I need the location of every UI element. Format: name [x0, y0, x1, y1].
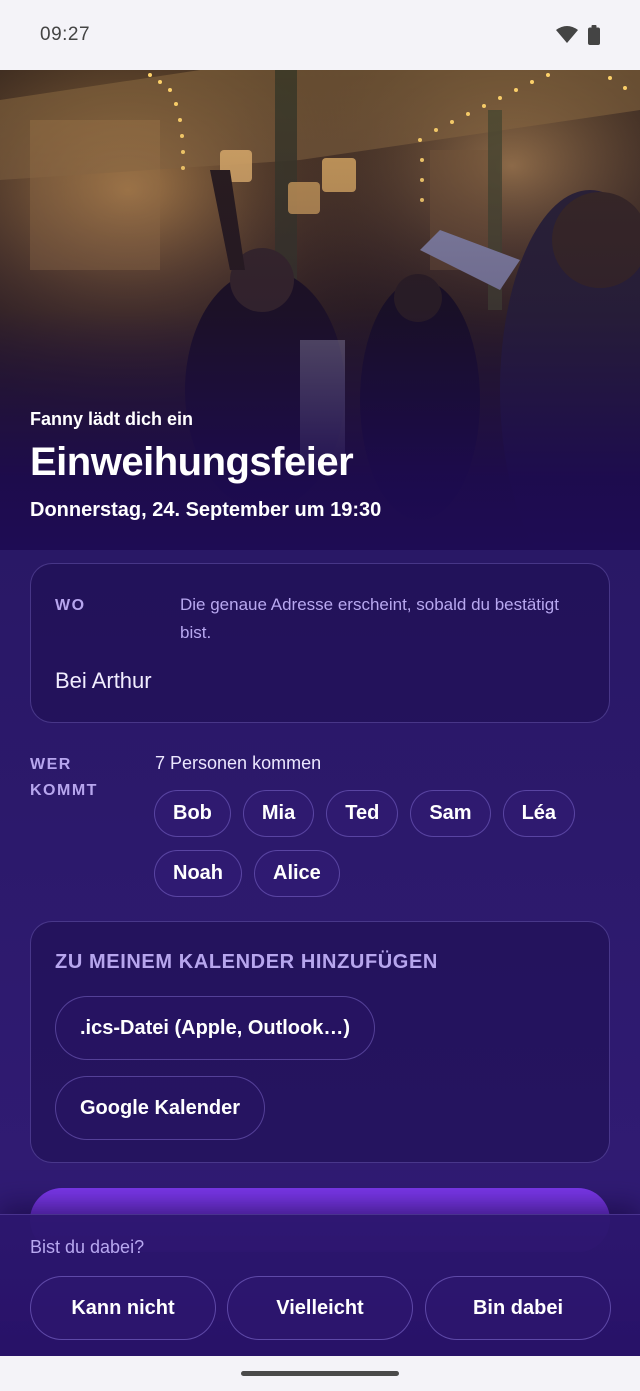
rsvp-decline-button[interactable]: Kann nicht [30, 1276, 216, 1340]
ics-download-button[interactable]: .ics-Datei (Apple, Outlook…) [55, 996, 376, 1060]
status-bar: 09:27 [0, 0, 640, 70]
calendar-card: ZU MEINEM KALENDER HINZUFÜGEN .ics-Datei… [30, 921, 610, 1163]
where-label: WO [55, 597, 86, 614]
battery-icon [588, 25, 600, 45]
wifi-icon [556, 26, 578, 43]
guest-chip[interactable]: Alice [254, 850, 340, 897]
guest-chip[interactable]: Bob [154, 790, 231, 837]
status-icons [556, 25, 600, 45]
guest-chips: Bob Mia Ted Sam Léa Noah Alice [154, 790, 594, 897]
guest-chip[interactable]: Léa [502, 790, 576, 837]
home-indicator[interactable] [241, 1371, 399, 1376]
calendar-title: ZU MEINEM KALENDER HINZUFÜGEN [55, 951, 438, 973]
rsvp-bar: Bist du dabei? Kann nicht Vielleicht Bin… [0, 1214, 640, 1356]
hero-text: Fanny lädt dich ein Einweihungsfeier Don… [30, 409, 610, 522]
attendee-count: 7 Personen kommen [155, 753, 322, 773]
guest-chip[interactable]: Mia [242, 790, 315, 837]
guest-chip[interactable]: Sam [410, 790, 491, 837]
where-card: WO Die genaue Adresse erscheint, sobald … [30, 563, 610, 723]
status-time: 09:27 [40, 24, 91, 45]
host-line: Fanny lädt dich ein [30, 409, 194, 429]
rsvp-question: Bist du dabei? [30, 1237, 145, 1257]
event-hero: Fanny lädt dich ein Einweihungsfeier Don… [0, 70, 640, 550]
guest-chip[interactable]: Ted [326, 790, 399, 837]
event-title: Einweihungsfeier [30, 440, 354, 484]
google-calendar-button[interactable]: Google Kalender [55, 1076, 266, 1140]
who-label: WER KOMMT [30, 756, 98, 799]
event-invitation-screen: Fanny lädt dich ein Einweihungsfeier Don… [0, 70, 640, 1356]
address-hint: Die genaue Adresse erscheint, sobald du … [180, 595, 559, 642]
where-place: Bei Arthur [55, 668, 152, 693]
guest-chip[interactable]: Noah [154, 850, 242, 897]
rsvp-maybe-button[interactable]: Vielleicht [227, 1276, 413, 1340]
navigation-bar [0, 1356, 640, 1391]
rsvp-accept-button[interactable]: Bin dabei [425, 1276, 611, 1340]
event-datetime: Donnerstag, 24. September um 19:30 [30, 499, 382, 521]
